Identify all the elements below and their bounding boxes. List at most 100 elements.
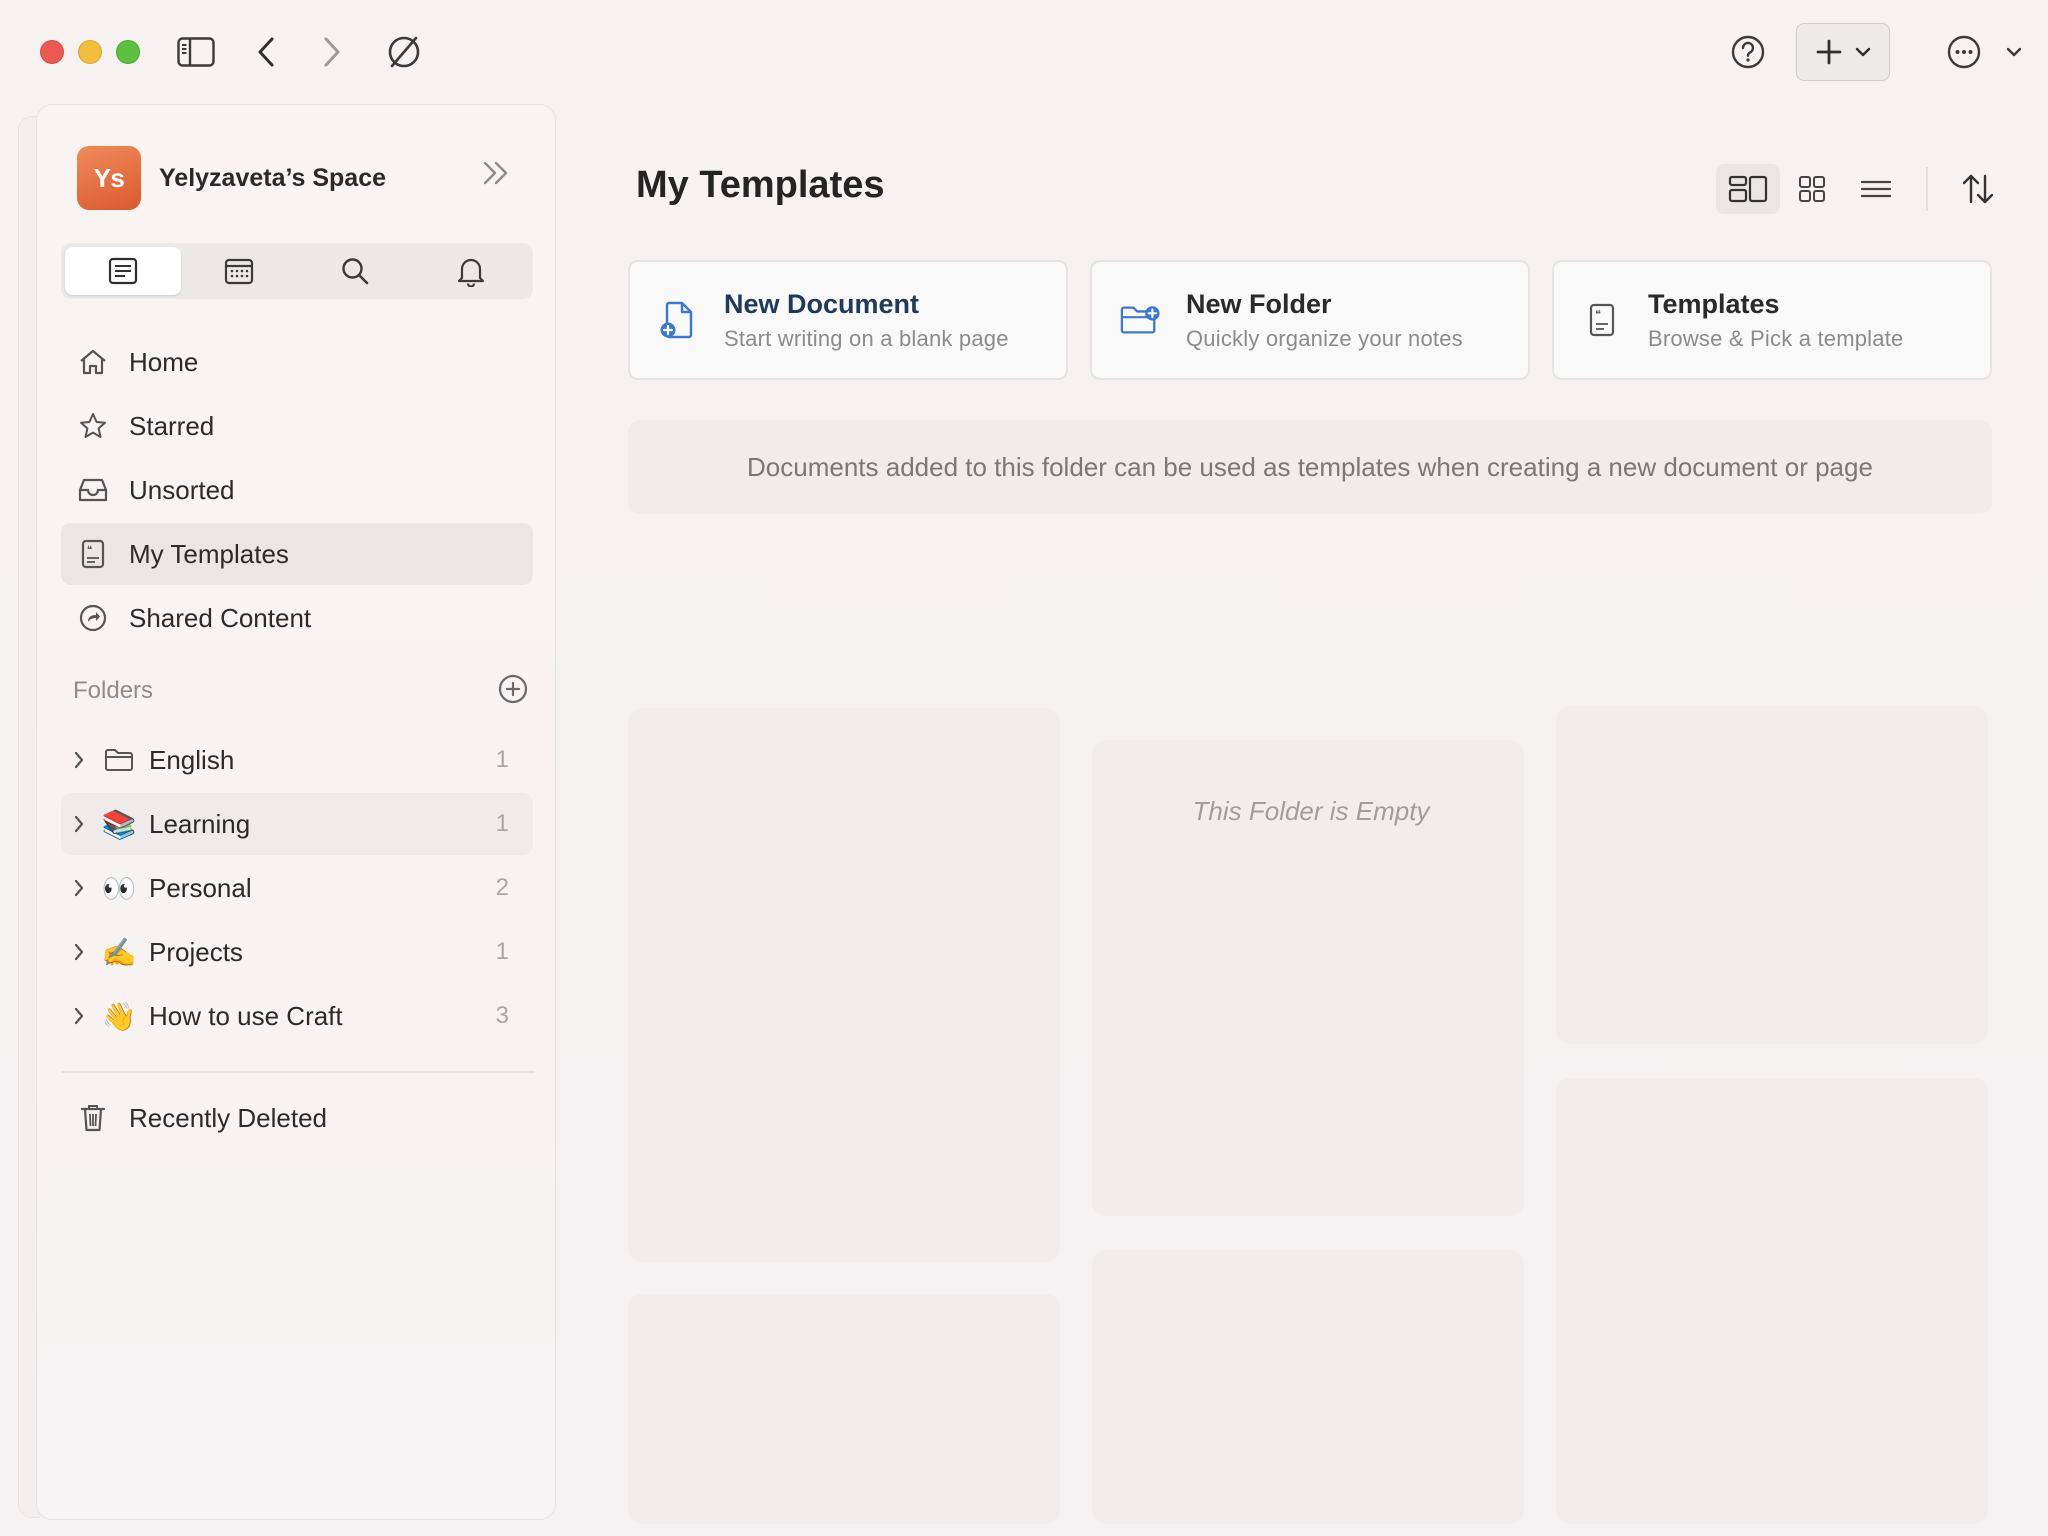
- help-icon[interactable]: [1728, 32, 1768, 72]
- eyes-emoji-icon: 👀: [101, 872, 137, 904]
- sidebar-divider: [61, 1071, 535, 1073]
- folder-count: 1: [495, 746, 509, 773]
- calendar-icon: [224, 258, 254, 285]
- new-folder-card[interactable]: New Folder Quickly organize your notes: [1090, 260, 1530, 380]
- folders-title: Folders: [73, 677, 154, 704]
- calendar-tab[interactable]: [181, 247, 297, 295]
- star-icon: [77, 410, 109, 442]
- sidebar-item-label: Home: [129, 346, 199, 377]
- sort-icon: [1962, 174, 1994, 204]
- folder-item-how-to-use-craft[interactable]: 👋 How to use Craft 3: [61, 985, 533, 1047]
- placeholder-card: [1556, 1078, 1988, 1524]
- card-subtitle: Quickly organize your notes: [1186, 325, 1463, 351]
- card-title: Templates: [1648, 288, 1780, 319]
- chevron-right-icon[interactable]: [69, 750, 89, 770]
- folder-icon: [101, 748, 137, 772]
- sidebar-item-my-templates[interactable]: ❝ My Templates: [61, 523, 533, 585]
- new-document-card[interactable]: New Document Start writing on a blank pa…: [628, 260, 1068, 380]
- template-icon: ❝: [1582, 300, 1622, 340]
- documents-tab[interactable]: [65, 247, 181, 295]
- space-name: Yelyzaveta’s Space: [159, 163, 387, 192]
- folder-count: 1: [495, 810, 509, 837]
- template-icon: ❝: [77, 538, 109, 570]
- writing-hand-emoji-icon: ✍️: [101, 936, 137, 968]
- chevron-right-icon[interactable]: [69, 814, 89, 834]
- space-header[interactable]: Ys Yelyzaveta’s Space: [77, 145, 517, 211]
- chevron-down-icon: [2006, 47, 2022, 57]
- sort-button[interactable]: [1946, 164, 2010, 214]
- chevron-right-icon[interactable]: [69, 1006, 89, 1026]
- waving-hand-emoji-icon: 👋: [101, 1000, 137, 1032]
- folder-name: How to use Craft: [149, 1000, 343, 1031]
- folder-list: English 1 📚 Learning 1 👀 Personal 2 ✍️ P…: [61, 729, 533, 1049]
- empty-folder-message: This Folder is Empty: [1192, 796, 1430, 826]
- search-tab[interactable]: [297, 247, 413, 295]
- sidebar-item-starred[interactable]: Starred: [61, 395, 533, 457]
- sidebar-item-label: My Templates: [129, 538, 289, 569]
- grid-icon: [1799, 176, 1825, 202]
- sidebar-item-label: Shared Content: [129, 602, 312, 633]
- folder-name: Projects: [149, 936, 243, 967]
- books-emoji-icon: 📚: [101, 808, 137, 840]
- close-window-button[interactable]: [40, 40, 64, 64]
- sync-status-icon[interactable]: [384, 32, 424, 72]
- more-icon: [1947, 35, 1981, 69]
- chevron-right-icon[interactable]: [69, 878, 89, 898]
- expand-sidebar-icon[interactable]: [481, 159, 511, 192]
- window-controls: [40, 40, 140, 64]
- space-avatar: Ys: [77, 146, 141, 210]
- folder-count: 2: [495, 874, 509, 901]
- card-view-button[interactable]: [1716, 164, 1780, 214]
- folder-item-projects[interactable]: ✍️ Projects 1: [61, 921, 533, 983]
- placeholder-card: [628, 708, 1060, 1262]
- svg-text:❝: ❝: [1595, 308, 1601, 321]
- view-mode-switch: [1716, 164, 2010, 214]
- zoom-window-button[interactable]: [116, 40, 140, 64]
- sidebar-item-home[interactable]: Home: [61, 331, 533, 393]
- forward-arrow-icon[interactable]: [312, 32, 352, 72]
- share-icon: [77, 602, 109, 634]
- placeholder-card: [628, 1294, 1060, 1524]
- list-view-button[interactable]: [1844, 164, 1908, 214]
- folder-name: Learning: [149, 808, 251, 839]
- search-icon: [342, 258, 369, 285]
- folder-name: English: [149, 744, 235, 775]
- new-folder-icon: [1120, 300, 1160, 340]
- list-icon: [1860, 180, 1892, 198]
- trash-icon: [77, 1102, 109, 1134]
- inbox-icon: [77, 474, 109, 506]
- folder-item-english[interactable]: English 1: [61, 729, 533, 791]
- sidebar-nav: Home Starred Unsorted ❝ My Templates Sha…: [61, 331, 533, 651]
- folder-name: Personal: [149, 872, 252, 903]
- sidebar-item-label: Recently Deleted: [129, 1102, 327, 1133]
- minimize-window-button[interactable]: [78, 40, 102, 64]
- sidebar-mode-switch: [61, 243, 533, 299]
- new-item-button[interactable]: [1796, 23, 1890, 81]
- templates-info-banner: Documents added to this folder can be us…: [628, 420, 1992, 514]
- more-options-button[interactable]: [1946, 32, 2022, 72]
- placeholder-card: [1092, 1250, 1524, 1524]
- sidebar: Ys Yelyzaveta’s Space Home Starred Unsor…: [36, 104, 556, 1520]
- folder-item-personal[interactable]: 👀 Personal 2: [61, 857, 533, 919]
- card-subtitle: Browse & Pick a template: [1648, 325, 1904, 351]
- card-subtitle: Start writing on a blank page: [724, 325, 1009, 351]
- app-window: Ys Yelyzaveta’s Space Home Starred Unsor…: [0, 0, 2048, 1536]
- notifications-tab[interactable]: [413, 247, 529, 295]
- chevron-right-icon[interactable]: [69, 942, 89, 962]
- sidebar-item-shared-content[interactable]: Shared Content: [61, 587, 533, 649]
- svg-text:❝: ❝: [87, 545, 92, 556]
- folders-header: Folders: [73, 671, 529, 711]
- page-title: My Templates: [636, 164, 885, 206]
- home-icon: [77, 346, 109, 378]
- templates-card[interactable]: ❝ Templates Browse & Pick a template: [1552, 260, 1992, 380]
- sidebar-item-recently-deleted[interactable]: Recently Deleted: [61, 1087, 533, 1149]
- add-folder-icon[interactable]: [497, 673, 529, 710]
- back-arrow-icon[interactable]: [246, 32, 286, 72]
- placeholder-card: [1556, 706, 1988, 1044]
- grid-view-button[interactable]: [1780, 164, 1844, 214]
- document-list-icon: [108, 257, 138, 285]
- plus-icon: [1816, 39, 1842, 65]
- folder-item-learning[interactable]: 📚 Learning 1: [61, 793, 533, 855]
- sidebar-item-unsorted[interactable]: Unsorted: [61, 459, 533, 521]
- sidebar-toggle-icon[interactable]: [176, 32, 216, 72]
